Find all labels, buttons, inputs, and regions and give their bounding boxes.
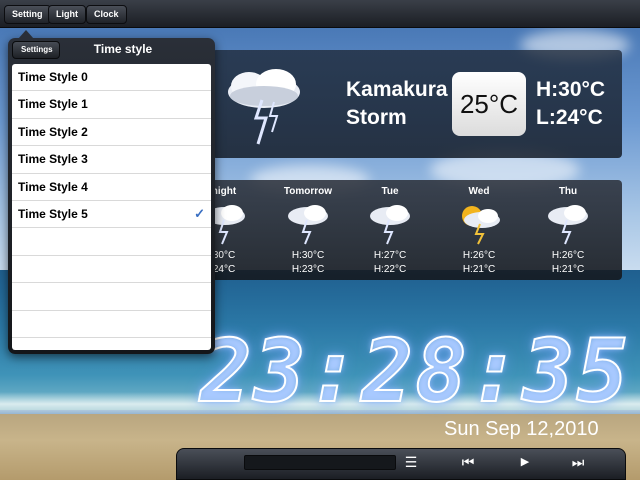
popover-title: Time style [93, 42, 153, 56]
option-label: Time Style 3 [18, 152, 88, 167]
storm-cloud-icon [548, 205, 588, 245]
forecast-low: H:21°C [551, 264, 585, 275]
current-temperature: 25°C [452, 72, 526, 136]
forecast-high: H:30°C [291, 250, 325, 261]
forecast-low: H:21°C [462, 264, 496, 275]
settings-back-button[interactable]: Settings [12, 41, 60, 59]
play-icon[interactable]: ▶ [514, 452, 536, 472]
forecast-low: H:22°C [373, 264, 407, 275]
city-name: Kamakura [346, 78, 448, 101]
forecast-high: H:27°C [373, 250, 407, 261]
weather-condition: Storm [346, 106, 407, 129]
time-style-option[interactable]: Time Style 2 [12, 119, 211, 147]
light-button[interactable]: Light [48, 5, 86, 24]
forecast-day: Tue [381, 186, 399, 197]
track-display [244, 455, 396, 470]
forecast-high: H:26°C [551, 250, 585, 261]
forecast-day: Thu [558, 186, 578, 197]
storm-cloud-icon [228, 69, 300, 145]
list-icon[interactable]: ☰ [400, 452, 422, 472]
time-style-option[interactable]: Time Style 4 [12, 174, 211, 201]
current-high: H:30°C [536, 78, 606, 101]
storm-cloud-icon [288, 205, 328, 245]
time-style-option[interactable]: Time Style 0 [12, 64, 211, 92]
option-label: Time Style 5 [18, 206, 88, 221]
option-label: Time Style 2 [18, 124, 88, 139]
empty-row [12, 228, 211, 256]
forecast-day: Wed [468, 186, 490, 197]
empty-row [12, 256, 211, 284]
option-label: Time Style 1 [18, 97, 88, 112]
next-track-icon[interactable]: ⏭ [566, 452, 590, 472]
empty-row [12, 283, 211, 311]
setting-button[interactable]: Setting [4, 5, 51, 24]
checkmark-icon: ✓ [194, 205, 205, 221]
time-style-option[interactable]: Time Style 3 [12, 146, 211, 174]
time-style-option[interactable]: Time Style 1 [12, 91, 211, 119]
popover-arrow [18, 30, 34, 39]
current-low: L:24°C [536, 106, 603, 129]
time-style-list: Time Style 0 Time Style 1 Time Style 2 T… [12, 64, 211, 350]
option-label: Time Style 4 [18, 179, 88, 194]
forecast-high: H:26°C [462, 250, 496, 261]
empty-row [12, 311, 211, 338]
sun-storm-icon [462, 206, 500, 245]
forecast-day: Tomorrow [283, 186, 333, 197]
previous-track-icon[interactable]: ⏮ [456, 452, 480, 472]
forecast-low: H:23°C [291, 264, 325, 275]
storm-cloud-icon [370, 205, 410, 245]
date-label: Sun Sep 12,2010 [444, 418, 599, 440]
option-label: Time Style 0 [18, 70, 88, 84]
time-style-option-selected[interactable]: Time Style 5 ✓ [12, 201, 211, 229]
digital-clock: 23:28:35 [199, 322, 631, 422]
clock-button[interactable]: Clock [86, 5, 127, 24]
